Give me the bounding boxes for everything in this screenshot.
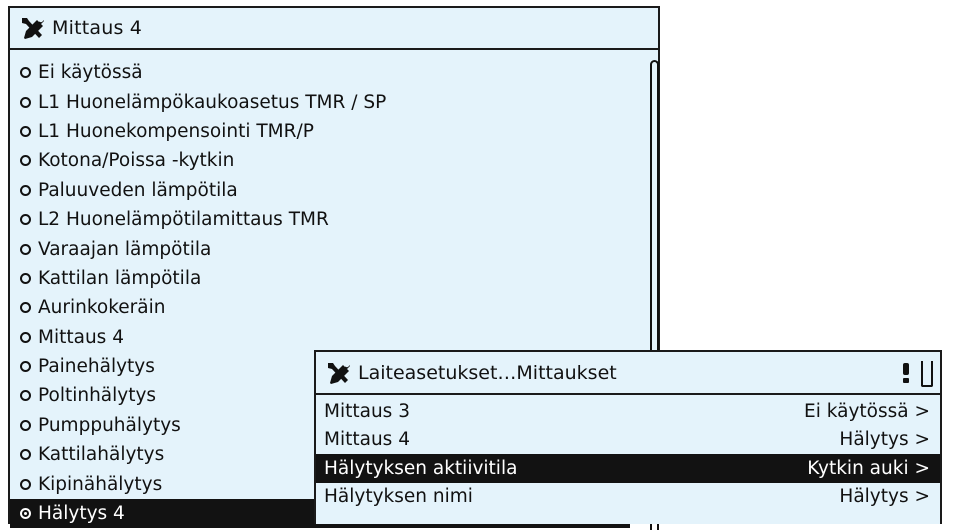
radio-icon	[20, 419, 31, 431]
list-item-label: Paluuveden lämpötila	[38, 179, 238, 201]
radio-icon	[20, 243, 31, 255]
radio-icon	[20, 96, 31, 108]
list-item-label: Kattilahälytys	[38, 444, 165, 466]
settings-row[interactable]: Hälytyksen nimi Hälytys	[316, 483, 940, 512]
radio-icon	[20, 125, 31, 137]
panel-titlebar: Mittaus 4	[10, 8, 658, 50]
list-item[interactable]: Aurinkokeräin	[10, 293, 630, 322]
list-item-label: Kipinähälytys	[38, 473, 163, 495]
list-item[interactable]: Kotona/Poissa -kytkin	[10, 146, 630, 175]
setting-label: Mittaus 3	[324, 400, 410, 422]
dialog-titlebar: Laiteasetukset…Mittaukset	[316, 352, 940, 395]
radio-icon	[20, 302, 31, 314]
radio-icon	[20, 390, 31, 402]
list-item-label: Pumppuhälytys	[38, 414, 181, 436]
list-item-label: Poltinhälytys	[38, 385, 157, 407]
settings-row[interactable]: Mittaus 4 Hälytys	[316, 426, 940, 455]
list-item-label: Mittaus 4	[38, 326, 124, 348]
list-item-label: L1 Huonelämpökaukoasetus TMR / SP	[38, 91, 387, 113]
list-item[interactable]: Ei käytössä	[10, 58, 630, 87]
tools-icon	[328, 361, 350, 384]
setting-value: Kytkin auki	[807, 458, 930, 479]
list-item[interactable]: L1 Huonekompensointi TMR/P	[10, 117, 630, 146]
list-item-label: Hälytys 4	[38, 503, 125, 525]
radio-icon	[20, 67, 31, 79]
list-item-label: L2 Huonelämpötilamittaus TMR	[38, 209, 329, 231]
list-item-label: L1 Huonekompensointi TMR/P	[38, 120, 314, 142]
page-title: Mittaus 4	[52, 17, 143, 39]
settings-dialog: Laiteasetukset…Mittaukset Mittaus 3 Ei k…	[314, 350, 942, 524]
setting-value: Hälytys	[839, 429, 930, 450]
list-item-label: Kattilan lämpötila	[38, 267, 202, 289]
settings-row-selected[interactable]: Hälytyksen aktiivitila Kytkin auki	[316, 454, 940, 483]
list-item[interactable]: Paluuveden lämpötila	[10, 176, 630, 205]
setting-label: Hälytyksen aktiivitila	[324, 457, 518, 479]
dialog-title: Laiteasetukset…Mittaukset	[358, 361, 617, 384]
radio-icon	[20, 214, 31, 226]
radio-icon	[20, 361, 31, 373]
battery-icon	[921, 361, 933, 387]
settings-list: Mittaus 3 Ei käytössä Mittaus 4 Hälytys …	[316, 397, 940, 511]
list-item-label: Painehälytys	[38, 356, 155, 378]
list-item-label: Ei käytössä	[38, 62, 143, 84]
list-item[interactable]: Varaajan lämpötila	[10, 234, 630, 263]
setting-label: Hälytyksen nimi	[324, 486, 473, 508]
radio-icon	[20, 478, 31, 490]
radio-icon	[20, 331, 31, 343]
setting-value: Hälytys	[839, 486, 930, 507]
radio-icon	[20, 449, 31, 461]
tools-icon	[22, 17, 44, 39]
alarm-icon	[902, 363, 910, 383]
setting-label: Mittaus 4	[324, 429, 410, 451]
list-item-label: Aurinkokeräin	[38, 297, 166, 319]
radio-icon	[20, 155, 31, 167]
list-item[interactable]: Kattilan lämpötila	[10, 264, 630, 293]
radio-icon	[20, 184, 31, 196]
list-item[interactable]: Mittaus 4	[10, 323, 630, 352]
list-item[interactable]: L1 Huonelämpökaukoasetus TMR / SP	[10, 87, 630, 116]
radio-icon	[20, 272, 31, 284]
settings-row[interactable]: Mittaus 3 Ei käytössä	[316, 397, 940, 426]
list-item-label: Kotona/Poissa -kytkin	[38, 150, 235, 172]
radio-selected-icon	[20, 508, 31, 520]
setting-value: Ei käytössä	[804, 401, 930, 422]
list-item-label: Varaajan lämpötila	[38, 238, 212, 260]
list-item[interactable]: L2 Huonelämpötilamittaus TMR	[10, 205, 630, 234]
